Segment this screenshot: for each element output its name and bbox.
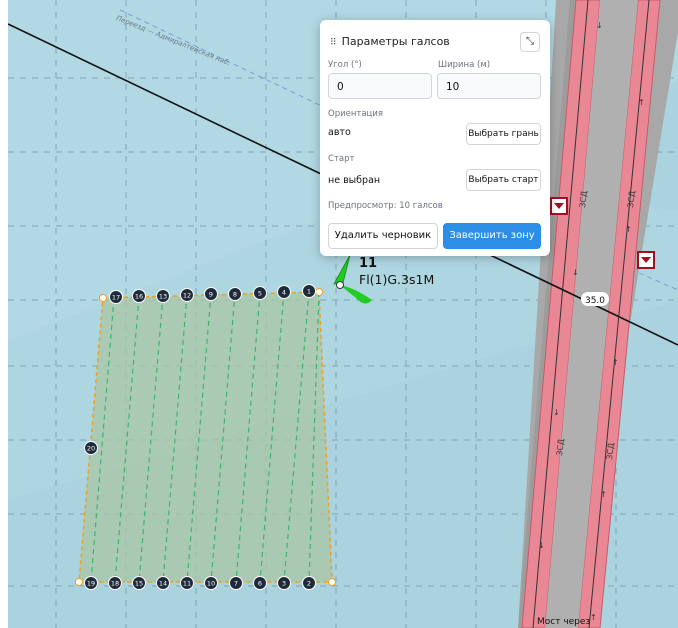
- waypoint-label: 11: [183, 580, 191, 588]
- svg-text:↓: ↓: [538, 541, 545, 550]
- orientation-value: авто: [328, 127, 351, 138]
- waypoint-label: 15: [135, 580, 143, 588]
- waypoint-marker[interactable]: 16: [132, 289, 146, 303]
- waypoint-label: 17: [112, 294, 120, 302]
- svg-text:↓: ↓: [596, 21, 603, 30]
- waypoint-label: 10: [207, 580, 215, 588]
- waypoint-label: 19: [87, 580, 95, 588]
- panel-header[interactable]: ⠿ Параметры галсов: [330, 35, 450, 48]
- waypoint-label: 8: [233, 291, 237, 299]
- map-view[interactable]: ↓ ↓ ↓ ↓ ↑ ↑ ↑ ↑ ↑ ЗСД ЗСД ЗСД ЗСД 35.0 1…: [0, 0, 678, 628]
- waypoint-marker[interactable]: 18: [108, 576, 122, 590]
- start-label: Старт: [328, 154, 355, 164]
- waypoint-marker[interactable]: 4: [277, 285, 291, 299]
- waypoint-marker[interactable]: 6: [253, 576, 267, 590]
- bridge-symbol-1: [550, 197, 568, 215]
- waypoint-marker[interactable]: 10: [204, 576, 218, 590]
- waypoint-label: 20: [87, 445, 95, 453]
- waypoint-marker[interactable]: 7: [229, 576, 243, 590]
- waypoint-label: 9: [209, 291, 213, 299]
- lane-marking-1: ЗСД: [578, 190, 589, 208]
- waypoint-marker[interactable]: 17: [109, 290, 123, 304]
- tack-parameters-panel: ⠿ Параметры галсов ⤡ Угол (°) Ширина (м) …: [320, 20, 550, 256]
- waypoint-marker[interactable]: 13: [156, 289, 170, 303]
- choose-edge-button[interactable]: Выбрать грань: [466, 123, 541, 145]
- drag-grip-icon[interactable]: ⠿: [330, 38, 337, 48]
- preview-text: Предпросмотр: 10 галсов: [328, 201, 443, 211]
- depth-value: 35.0: [585, 296, 605, 306]
- waypoint-marker[interactable]: 3: [277, 576, 291, 590]
- angle-label: Угол (°): [328, 60, 362, 70]
- lane-marking-4: ЗСД: [605, 442, 616, 460]
- waypoint-marker[interactable]: 1: [302, 284, 316, 298]
- lane-marking-3: ЗСД: [555, 438, 566, 456]
- waypoint-label: 7: [234, 580, 238, 588]
- panel-title: Параметры галсов: [341, 35, 450, 48]
- waypoint-label: 4: [282, 289, 286, 297]
- waypoint-marker[interactable]: 8: [228, 287, 242, 301]
- waypoint-marker[interactable]: 14: [156, 576, 170, 590]
- waypoint-label: 2: [307, 580, 311, 588]
- waypoint-label: 16: [135, 293, 143, 301]
- waypoint-marker[interactable]: 15: [132, 576, 146, 590]
- survey-zone-polygon[interactable]: [78, 291, 333, 583]
- waypoint-label: 6: [258, 580, 262, 588]
- waypoint-label: 18: [111, 580, 119, 588]
- svg-text:↑: ↑: [590, 613, 597, 622]
- waypoint-marker[interactable]: 9: [204, 287, 218, 301]
- finish-zone-button[interactable]: Завершить зону: [443, 223, 541, 249]
- bridge-name-label: Мост через: [537, 617, 591, 627]
- svg-text:↑: ↑: [612, 358, 619, 367]
- waypoint-marker[interactable]: 2: [302, 576, 316, 590]
- width-label: Ширина (м): [438, 60, 491, 70]
- waypoint-label: 1: [307, 288, 311, 296]
- delete-draft-button[interactable]: Удалить черновик: [328, 223, 438, 249]
- waypoint-marker[interactable]: 20: [84, 441, 98, 455]
- waypoint-marker[interactable]: 5: [253, 286, 267, 300]
- choose-start-button[interactable]: Выбрать старт: [466, 169, 541, 191]
- nav-aid-number: 11: [359, 256, 378, 271]
- waypoint-marker[interactable]: 19: [84, 576, 98, 590]
- width-input[interactable]: 10: [437, 73, 541, 99]
- waypoint-marker[interactable]: 11: [180, 576, 194, 590]
- svg-text:↓: ↓: [572, 268, 579, 277]
- waypoint-label: 13: [159, 293, 167, 301]
- collapse-icon[interactable]: ⤡: [520, 32, 540, 52]
- nav-aid-light-characteristic: Fl(1)G.3s1M: [359, 272, 435, 287]
- lane-marking-2: ЗСД: [626, 190, 637, 208]
- angle-input[interactable]: 0: [328, 73, 432, 99]
- waypoint-label: 5: [258, 290, 262, 298]
- waypoint-label: 14: [159, 580, 167, 588]
- svg-text:↑: ↑: [625, 225, 632, 234]
- svg-text:↓: ↓: [553, 408, 560, 417]
- start-value: не выбран: [328, 175, 381, 186]
- bridge-symbol-2: [637, 251, 655, 269]
- svg-text:↑: ↑: [638, 98, 645, 107]
- waypoint-marker[interactable]: 12: [180, 288, 194, 302]
- depth-sounding: 35.0: [581, 292, 609, 306]
- orientation-label: Ориентация: [328, 109, 383, 119]
- waypoint-label: 12: [183, 292, 191, 300]
- waypoint-label: 3: [282, 580, 286, 588]
- svg-text:↑: ↑: [600, 490, 607, 499]
